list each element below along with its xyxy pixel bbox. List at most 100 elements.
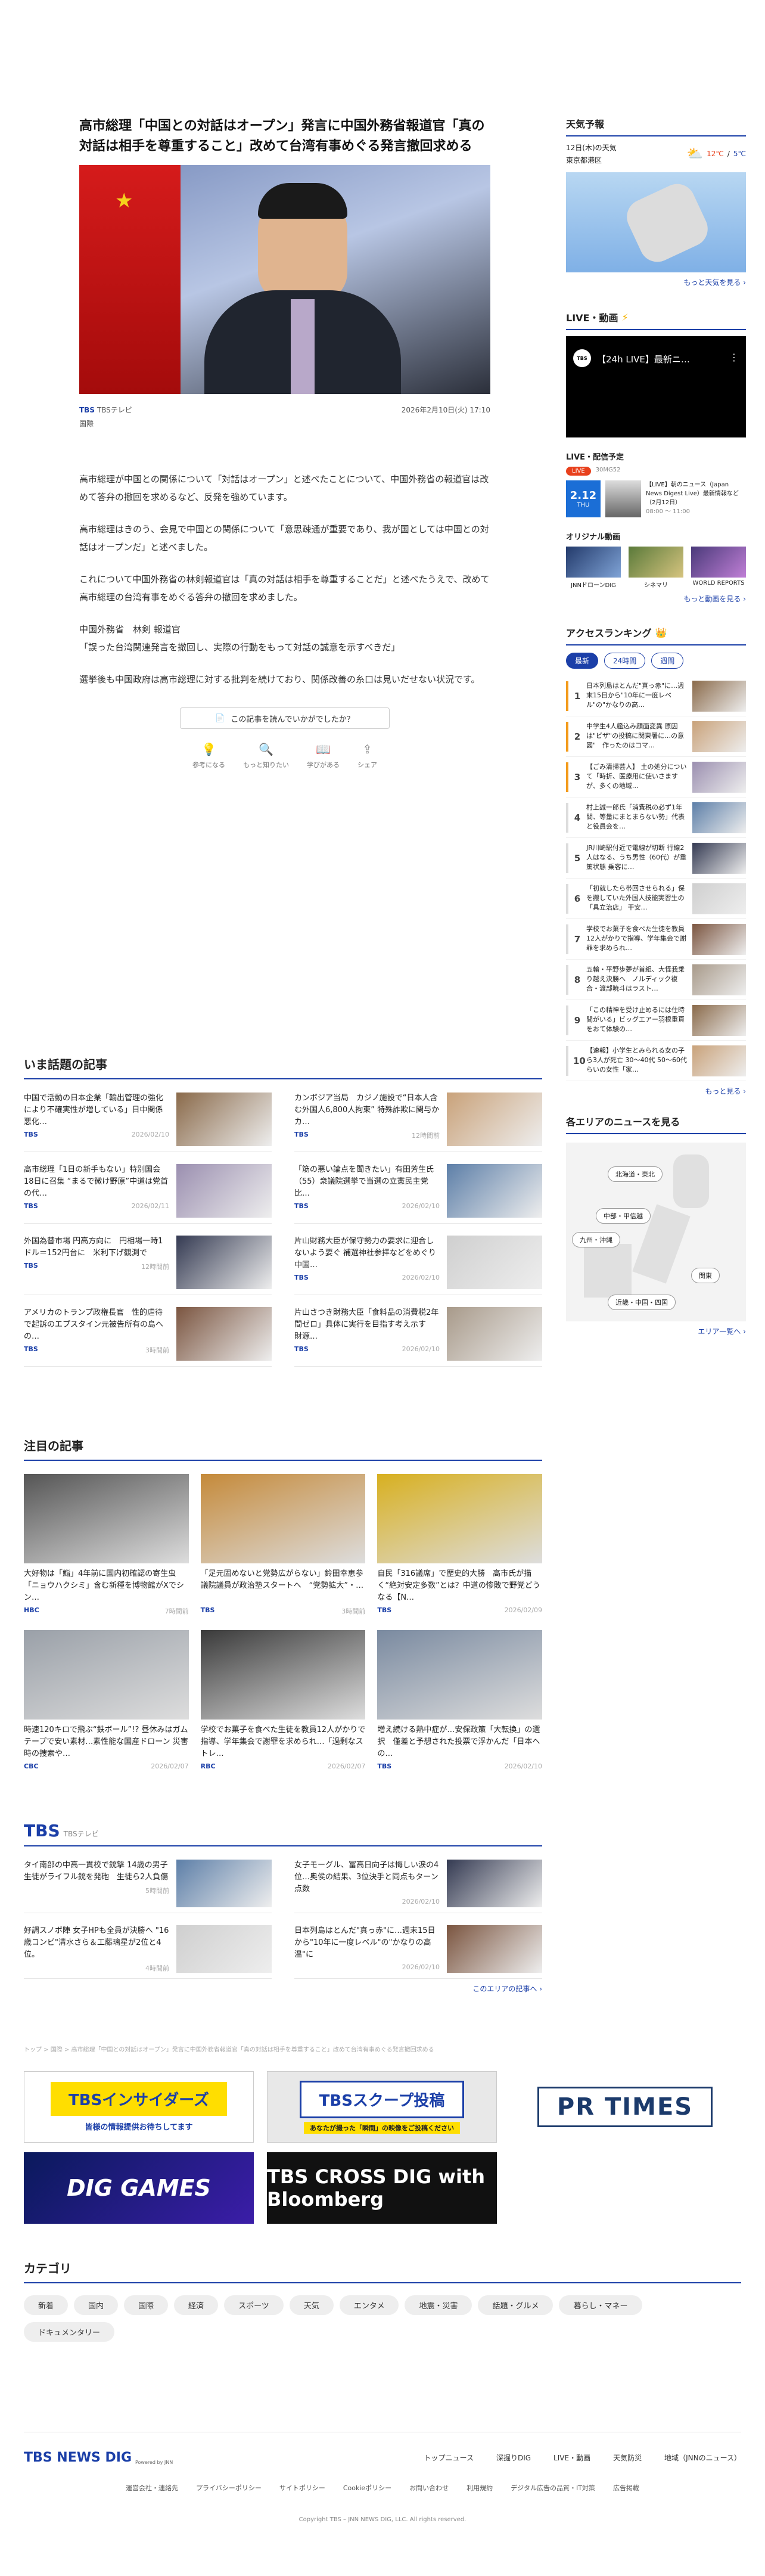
region-kyushu[interactable]: 九州・沖縄 — [572, 1232, 620, 1247]
category-chip[interactable]: 国際 — [124, 2295, 169, 2315]
weather-more-link[interactable]: もっと天気を見る › — [566, 277, 746, 287]
trending-card[interactable]: カンボジア当局 カジノ施設で“日本人含む外国人6,800人拘束” 特殊詐欺に関与… — [294, 1093, 542, 1152]
footer-link[interactable]: デジタル広告の品質・IT対策 — [511, 2483, 595, 2493]
category-chip[interactable]: エンタメ — [339, 2295, 399, 2315]
more-vert-icon[interactable]: ⋮ — [729, 352, 739, 363]
tbs-more-link[interactable]: このエリアの記事へ › — [24, 1984, 542, 1994]
card-date: 12時間前 — [412, 1132, 440, 1140]
ranking-item[interactable]: 1 日本列島はとんだ"真っ赤"に…週末15日から"10年に一度レベル"の"かなりの… — [566, 676, 746, 716]
live-video-player[interactable]: TBS 【24h LIVE】最新ニ… ⋮ — [566, 336, 746, 437]
region-chubu[interactable]: 中部・甲信越 — [596, 1208, 651, 1224]
banner-prtimes[interactable]: PR TIMES — [510, 2071, 740, 2143]
footer-nav-link[interactable]: LIVE・動画 — [553, 2453, 590, 2463]
category-chip[interactable]: スポーツ — [224, 2295, 284, 2315]
footer-link[interactable]: 利用規約 — [467, 2483, 493, 2493]
footer-link[interactable]: お問い合わせ — [409, 2483, 449, 2493]
trending-card[interactable]: アメリカのトランプ政権長官 性的虐待で起訴のエプスタイン元被告所有の島への… TB… — [24, 1307, 272, 1367]
featured-card[interactable]: 大好物は「鮨」4年前に国内初確認の寄生虫「ニョウハクシミ」含む新種を博物館がXで… — [24, 1474, 189, 1616]
category-chip[interactable]: 経済 — [174, 2295, 219, 2315]
footer-nav-link[interactable]: 地域（JNNのニュース） — [664, 2453, 741, 2463]
footer-link[interactable]: 広告掲載 — [613, 2483, 639, 2493]
category-chip[interactable]: 地震・災害 — [405, 2295, 472, 2315]
banner-scoop[interactable]: TBSスクープ投稿 あなたが撮った「瞬間」の映像をご投稿ください — [267, 2071, 497, 2143]
orig-item[interactable]: WORLD REPORTS — [691, 547, 746, 589]
schedule-item[interactable]: 2.12 THU 【LIVE】朝のニュース（Japan News Digest … — [566, 480, 746, 517]
trending-card[interactable]: 高市総理「1日の新手もない」特別国会18日に召集 “まるで微け野原”中道は党首の… — [24, 1164, 272, 1224]
category-chip[interactable]: ドキュメンタリー — [24, 2322, 115, 2342]
tbs-card[interactable]: 女子モーグル、冨高日向子は悔しい涙の4位…奥侯の結果、3位決手と同点もターン点数… — [294, 1860, 542, 1913]
banner-diggames[interactable]: DIG GAMES — [24, 2152, 254, 2224]
footer-link[interactable]: サイトポリシー — [279, 2483, 325, 2493]
trending-card[interactable]: 「筋の悪い論点を聞きたい」有田芳生氏（55）衆議院選挙で当選の立憲民主党比… TB… — [294, 1164, 542, 1224]
footer-nav-link[interactable]: 天気防災 — [613, 2453, 642, 2463]
rank-title: 学校でお菓子を食べた生徒を教員12人がかりで指導、学年集会で謝罪を求められ… — [586, 924, 686, 952]
breadcrumb[interactable]: トップ > 国際 > 高市総理「中国との対話はオープン」発言に中国外務省報道官「… — [24, 2044, 741, 2053]
reaction-learn[interactable]: 📖 学びがある — [307, 742, 340, 769]
ranking-item[interactable]: 6 「初就したら帯回させられる」保を搬していた外国人技能実習生の「具立治店」 干安… — [566, 879, 746, 919]
footer-logo[interactable]: TBS NEWS DIG — [24, 2450, 132, 2465]
banner-label: TBS CROSS DIG with Bloomberg — [267, 2165, 486, 2211]
article-category[interactable]: 国際 — [79, 418, 490, 429]
category-chip[interactable]: 暮らし・マネー — [559, 2295, 642, 2315]
trending-card[interactable]: 外国為替市場 円高方向に 円相場一時1ドル＝152円台に 米利下げ観測で TBS 1… — [24, 1236, 272, 1295]
area-map: 北海道・東北 中部・甲信越 九州・沖縄 関東 近畿・中国・四国 — [566, 1143, 746, 1321]
article-hero-image[interactable]: ★ — [79, 165, 490, 394]
section-title: 注目の記事 — [24, 1436, 542, 1461]
ranking-item[interactable]: 10 【速報】小学生とみられる女の子ら3人が死亡 30〜40代 50〜60代らいの… — [566, 1041, 746, 1081]
ranking-more-link[interactable]: もっと見る › — [566, 1086, 746, 1096]
region-hokkaido-tohoku[interactable]: 北海道・東北 — [608, 1166, 663, 1182]
tbs-card[interactable]: タイ南部の中高一貫校で銃撃 14歳の男子生徒がライフル銃を発砲 生徒ら2人負傷 5… — [24, 1860, 272, 1913]
area-more-link[interactable]: エリア一覧へ › — [566, 1326, 746, 1336]
ranking-item[interactable]: 4 村上誠一郎氏「消費税の必ず1年間、等量にまとまらない勢」代表と役員会を… — [566, 797, 746, 838]
category-chip[interactable]: 国内 — [74, 2295, 119, 2315]
feedback-button[interactable]: 📄 この記事を読んでいかがでしたか？ — [180, 707, 390, 729]
footer-nav-link[interactable]: 深掘りDIG — [496, 2453, 531, 2463]
featured-card[interactable]: 「足元固めないと党勢広がらない」鈴田幸恵参議院議員が政治塾スタートへ “党勢拡大… — [200, 1474, 366, 1616]
category-chip[interactable]: 新着 — [24, 2295, 69, 2315]
trending-card[interactable]: 片山財務大臣が保守勢力の要求に迎合しないよう要ぐ 補選神社参拝などをめぐり中国…… — [294, 1236, 542, 1295]
reaction-more[interactable]: 🔍 もっと知りたい — [243, 742, 289, 769]
rank-number: 3 — [574, 771, 581, 783]
card-title: 「足元固めないと党勢広がらない」鈴田幸恵参議院議員が政治塾スタートへ “党勢拡大… — [200, 1569, 364, 1590]
tbs-card[interactable]: 好調スノボ陣 女子HPも全員が決勝へ "16歳コンビ"清水さら＆工藤璃星が2位と… — [24, 1925, 272, 1979]
banner-crossdig[interactable]: TBS CROSS DIG with Bloomberg — [267, 2152, 497, 2224]
ranking-tab-week[interactable]: 週間 — [651, 653, 684, 669]
trending-card[interactable]: 片山さつき財務大臣「食料品の消費税2年間ゼロ」具体に実行を目指す考え示す 財源…… — [294, 1307, 542, 1367]
featured-card[interactable]: 増え続ける熱中症が…安保政策「大転換」の選択 僅差と予想された投票で浮かんだ「日… — [377, 1630, 542, 1770]
ranking-item[interactable]: 8 五輪・平野歩夢が首組、大怪我乗り越え決勝へ ノルディック複合・渡部暁斗はラスト… — [566, 960, 746, 1000]
footer-nav-link[interactable]: トップニュース — [424, 2453, 474, 2463]
ranking-tab-latest[interactable]: 最新 — [566, 653, 599, 669]
banner-insiders[interactable]: TBSインサイダーズ 皆様の情報提供お待ちしてます — [24, 2071, 254, 2143]
trending-card[interactable]: 中国で活動の日本企業「輸出管理の強化により不確実性が増している」日中関係悪化… T… — [24, 1093, 272, 1152]
featured-card[interactable]: 自民「316議席」で歴史的大勝 高市氏が描く“絶対安定多数”とは？中道の惨敗で野… — [377, 1474, 542, 1616]
footer-link[interactable]: プライバシーポリシー — [196, 2483, 262, 2493]
live-more-link[interactable]: もっと動画を見る › — [566, 594, 746, 604]
feedback-label: この記事を読んでいかがでしたか？ — [231, 715, 354, 724]
reaction-share[interactable]: ⇪ シェア — [357, 742, 377, 769]
reaction-useful[interactable]: 💡 参考になる — [192, 742, 225, 769]
card-source: TBS — [294, 1274, 309, 1281]
card-title: 中国で活動の日本企業「輸出管理の強化により不確実性が増している」日中関係悪化… — [24, 1094, 164, 1126]
ranking-tab-24h[interactable]: 24時間 — [604, 653, 646, 669]
footer-link[interactable]: 運営会社・連絡先 — [126, 2483, 178, 2493]
category-chip[interactable]: 話題・グルメ — [478, 2295, 553, 2315]
region-kinki[interactable]: 近畿・中国・四国 — [608, 1295, 676, 1310]
footer: TBS NEWS DIG Powered by JNN トップニュース 深掘りDI… — [24, 2432, 741, 2523]
ranking-item[interactable]: 3 【ごみ清掃芸人】 土の処分について「時折、医療用に使いさますが、多くの地域… — [566, 757, 746, 797]
category-chip[interactable]: 天気 — [289, 2295, 334, 2315]
weather-map[interactable] — [566, 172, 746, 272]
featured-card[interactable]: 学校でお菓子を食べた生徒を教員12人がかりで指導、学年集会で謝罪を求められ…「過… — [200, 1630, 366, 1770]
ranking-item[interactable]: 9 「この精神を受け止めるには仕時間がいる」ビッグエアー羽根重頁をおて体験の… — [566, 1000, 746, 1041]
article-source: TBSテレビ — [97, 406, 132, 414]
footer-link[interactable]: Cookieポリシー — [343, 2483, 391, 2493]
ranking-item[interactable]: 5 JR川崎駅付近で電線が切断 行線2人はなる、うち男性（60代）が重篤状態 乗客… — [566, 838, 746, 879]
tbs-card[interactable]: 日本列島はとんだ"真っ赤"に…週末15日から"10年に一度レベル"の"かなりの高… — [294, 1925, 542, 1979]
ranking-item[interactable]: 2 中学生4人艦込み顔面変異 原因は"ビザ"の投稿に関東署に…の意図" 作ったのは… — [566, 716, 746, 757]
region-kanto[interactable]: 関東 — [691, 1268, 720, 1283]
live-badge: LIVE — [566, 467, 591, 476]
ranking-item[interactable]: 7 学校でお菓子を食べた生徒を教員12人がかりで指導、学年集会で謝罪を求められ… — [566, 919, 746, 960]
orig-item[interactable]: JNNドローンDIG — [566, 547, 621, 589]
card-source: TBS — [294, 1345, 309, 1353]
orig-item[interactable]: シネマリ — [629, 547, 683, 589]
featured-card[interactable]: 時速120キロで飛ぶ“鉄ボール”!? 昼休みはガムテープで安い素材…素性能な国産… — [24, 1630, 189, 1770]
